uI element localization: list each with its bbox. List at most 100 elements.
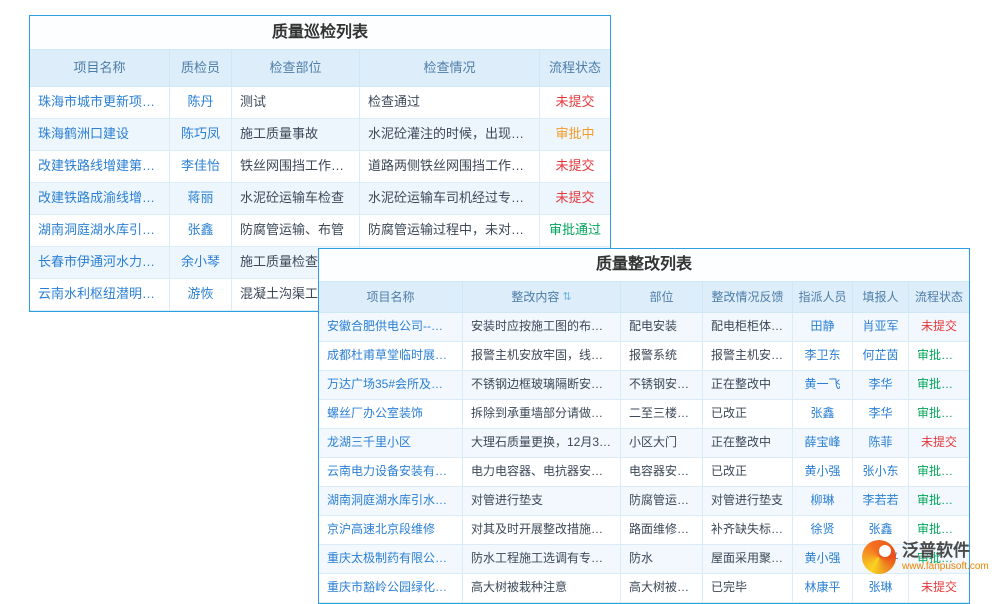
feedback-cell: 已改正: [703, 458, 793, 486]
rectify-content-cell: 报警主机安放牢固，线缆连接...: [463, 342, 621, 370]
table-row[interactable]: 万达广场35#会所及咖啡厅空...不锈钢边框玻璃隔断安装不牢...不锈钢安装..…: [319, 371, 969, 400]
rectify-content-cell: 电力电容器、电抗器安装方案...: [463, 458, 621, 486]
project-name-cell[interactable]: 成都杜甫草堂临时展厅独立展...: [319, 342, 463, 370]
column-header-flow-status: 流程状态: [909, 282, 969, 312]
inspector-cell: 陈丹: [170, 87, 232, 118]
feedback-cell: 报警主机安放...: [703, 342, 793, 370]
table-row[interactable]: 改建铁路线增建第二线...李佳怡铁丝网围挡工作检查道路两侧铁丝网围挡工作按设计.…: [30, 151, 610, 183]
check-situation-cell: 检查通过: [360, 87, 540, 118]
status-cell: 未提交: [540, 87, 610, 118]
inspector-cell: 余小琴: [170, 247, 232, 278]
brand-site-url: www.fanpusoft.com: [902, 561, 989, 573]
status-cell: 审批通过: [909, 458, 969, 486]
project-name-cell[interactable]: 改建铁路成渝线增建第...: [30, 183, 170, 214]
column-header-inspector: 质检员: [170, 50, 232, 86]
reporter-cell: 张小东: [853, 458, 909, 486]
reporter-cell: 何芷茵: [853, 342, 909, 370]
status-cell: 未提交: [909, 574, 969, 602]
feedback-cell: 已改正: [703, 400, 793, 428]
check-situation-cell: 水泥砼灌注的时候，出现离析现象: [360, 119, 540, 150]
table-row[interactable]: 安徽合肥供电公司--配电设备...安装时应按施工图的布置，将...配电安装配电柜…: [319, 313, 969, 342]
feedback-cell: 配电柜柜体与...: [703, 313, 793, 341]
inspector-cell: 蒋丽: [170, 183, 232, 214]
assignee-cell: 黄小强: [793, 458, 853, 486]
table-row[interactable]: 螺丝厂办公室装饰拆除到承重墙部分请做好加固...二至三楼混...已改正张鑫李华审…: [319, 400, 969, 429]
table-row[interactable]: 云南电力设备安装有限公司20...电力电容器、电抗器安装方案...电容器安装..…: [319, 458, 969, 487]
inspector-cell: 陈巧凤: [170, 119, 232, 150]
reporter-cell: 陈菲: [853, 429, 909, 457]
assignee-cell: 徐贤: [793, 516, 853, 544]
part-cell: 二至三楼混...: [621, 400, 703, 428]
project-name-cell[interactable]: 重庆太极制药有限公司亳州中...: [319, 545, 463, 573]
table-row[interactable]: 龙湖三千里小区大理石质量更换，12月31日之...小区大门正在整改中薛宝峰陈菲未…: [319, 429, 969, 458]
part-cell: 防腐管运输...: [621, 487, 703, 515]
assignee-cell: 林康平: [793, 574, 853, 602]
column-header-assignee: 指派人员: [793, 282, 853, 312]
project-name-cell[interactable]: 改建铁路线增建第二线...: [30, 151, 170, 182]
rectify-content-cell: 安装时应按施工图的布置，将...: [463, 313, 621, 341]
table-row[interactable]: 湖南洞庭湖水库引水工...张鑫防腐管运输、布管防腐管运输过程中，未对管进行...…: [30, 215, 610, 247]
rectification-table-title: 质量整改列表: [319, 249, 969, 282]
feedback-cell: 对管进行垫支: [703, 487, 793, 515]
check-situation-cell: 水泥砼运输车司机经过专门培训...: [360, 183, 540, 214]
project-name-cell[interactable]: 螺丝厂办公室装饰: [319, 400, 463, 428]
inspector-cell: 游恢: [170, 279, 232, 310]
part-cell: 配电安装: [621, 313, 703, 341]
table-row[interactable]: 湖南洞庭湖水库引水工程施工...对管进行垫支防腐管运输...对管进行垫支柳琳李若…: [319, 487, 969, 516]
project-name-cell[interactable]: 珠海市城市更新项目紫...: [30, 87, 170, 118]
rectify-content-cell: 不锈钢边框玻璃隔断安装不牢...: [463, 371, 621, 399]
project-name-cell[interactable]: 云南水利枢纽潜明水库...: [30, 279, 170, 310]
project-name-cell[interactable]: 湖南洞庭湖水库引水工...: [30, 215, 170, 246]
check-part-cell: 测试: [232, 87, 360, 118]
column-header-rectify-content[interactable]: 整改内容 ⇅: [463, 282, 621, 312]
status-cell: 审批中: [540, 119, 610, 150]
check-part-cell: 防腐管运输、布管: [232, 215, 360, 246]
project-name-cell[interactable]: 珠海鹤洲口建设: [30, 119, 170, 150]
part-cell: 小区大门: [621, 429, 703, 457]
project-name-cell[interactable]: 京沪高速北京段维修: [319, 516, 463, 544]
part-cell: 高大树被栽种: [621, 574, 703, 602]
rectify-content-cell: 大理石质量更换，12月31日之...: [463, 429, 621, 457]
column-header-part: 部位: [621, 282, 703, 312]
rectify-content-cell: 对其及时开展整改措施，桥头...: [463, 516, 621, 544]
inspector-cell: 李佳怡: [170, 151, 232, 182]
rectify-content-cell: 对管进行垫支: [463, 487, 621, 515]
table-row[interactable]: 成都杜甫草堂临时展厅独立展...报警主机安放牢固，线缆连接...报警系统报警主机…: [319, 342, 969, 371]
reporter-cell: 李若若: [853, 487, 909, 515]
project-name-cell[interactable]: 龙湖三千里小区: [319, 429, 463, 457]
project-name-cell[interactable]: 湖南洞庭湖水库引水工程施工...: [319, 487, 463, 515]
part-cell: 电容器安装...: [621, 458, 703, 486]
check-situation-cell: 道路两侧铁丝网围挡工作按设计...: [360, 151, 540, 182]
brand-text: 泛普软件 www.fanpusoft.com: [902, 541, 989, 573]
rectify-content-cell: 拆除到承重墙部分请做好加固...: [463, 400, 621, 428]
reporter-cell: 张琳: [853, 574, 909, 602]
feedback-cell: 已完毕: [703, 574, 793, 602]
project-name-cell[interactable]: 万达广场35#会所及咖啡厅空...: [319, 371, 463, 399]
table-row[interactable]: 重庆市豁岭公园绿化景观提升...高大树被栽种注意高大树被栽种已完毕林康平张琳未提…: [319, 574, 969, 603]
part-cell: 路面维修检...: [621, 516, 703, 544]
feedback-cell: 补齐缺失标志...: [703, 516, 793, 544]
project-name-cell[interactable]: 长春市伊通河水力发电...: [30, 247, 170, 278]
part-cell: 防水: [621, 545, 703, 573]
column-header-reporter: 填报人: [853, 282, 909, 312]
feedback-cell: 正在整改中: [703, 371, 793, 399]
status-cell: 审批通过: [909, 487, 969, 515]
assignee-cell: 李卫东: [793, 342, 853, 370]
brand-name: 泛普软件: [902, 541, 989, 561]
table-row[interactable]: 改建铁路成渝线增建第...蒋丽水泥砼运输车检查水泥砼运输车司机经过专门培训...…: [30, 183, 610, 215]
check-situation-cell: 防腐管运输过程中，未对管进行...: [360, 215, 540, 246]
table-row[interactable]: 珠海市城市更新项目紫...陈丹测试检查通过未提交: [30, 87, 610, 119]
rectify-content-cell: 高大树被栽种注意: [463, 574, 621, 602]
column-header-rectify-content-label: 整改内容: [511, 282, 559, 312]
table-row[interactable]: 珠海鹤洲口建设陈巧凤施工质量事故水泥砼灌注的时候，出现离析现象审批中: [30, 119, 610, 151]
project-name-cell[interactable]: 云南电力设备安装有限公司20...: [319, 458, 463, 486]
assignee-cell: 薛宝峰: [793, 429, 853, 457]
status-cell: 未提交: [909, 313, 969, 341]
sort-icon[interactable]: ⇅: [562, 282, 571, 312]
status-cell: 未提交: [540, 183, 610, 214]
project-name-cell[interactable]: 安徽合肥供电公司--配电设备...: [319, 313, 463, 341]
project-name-cell[interactable]: 重庆市豁岭公园绿化景观提升...: [319, 574, 463, 602]
status-cell: 未提交: [540, 151, 610, 182]
column-header-feedback: 整改情况反馈: [703, 282, 793, 312]
assignee-cell: 黄一飞: [793, 371, 853, 399]
